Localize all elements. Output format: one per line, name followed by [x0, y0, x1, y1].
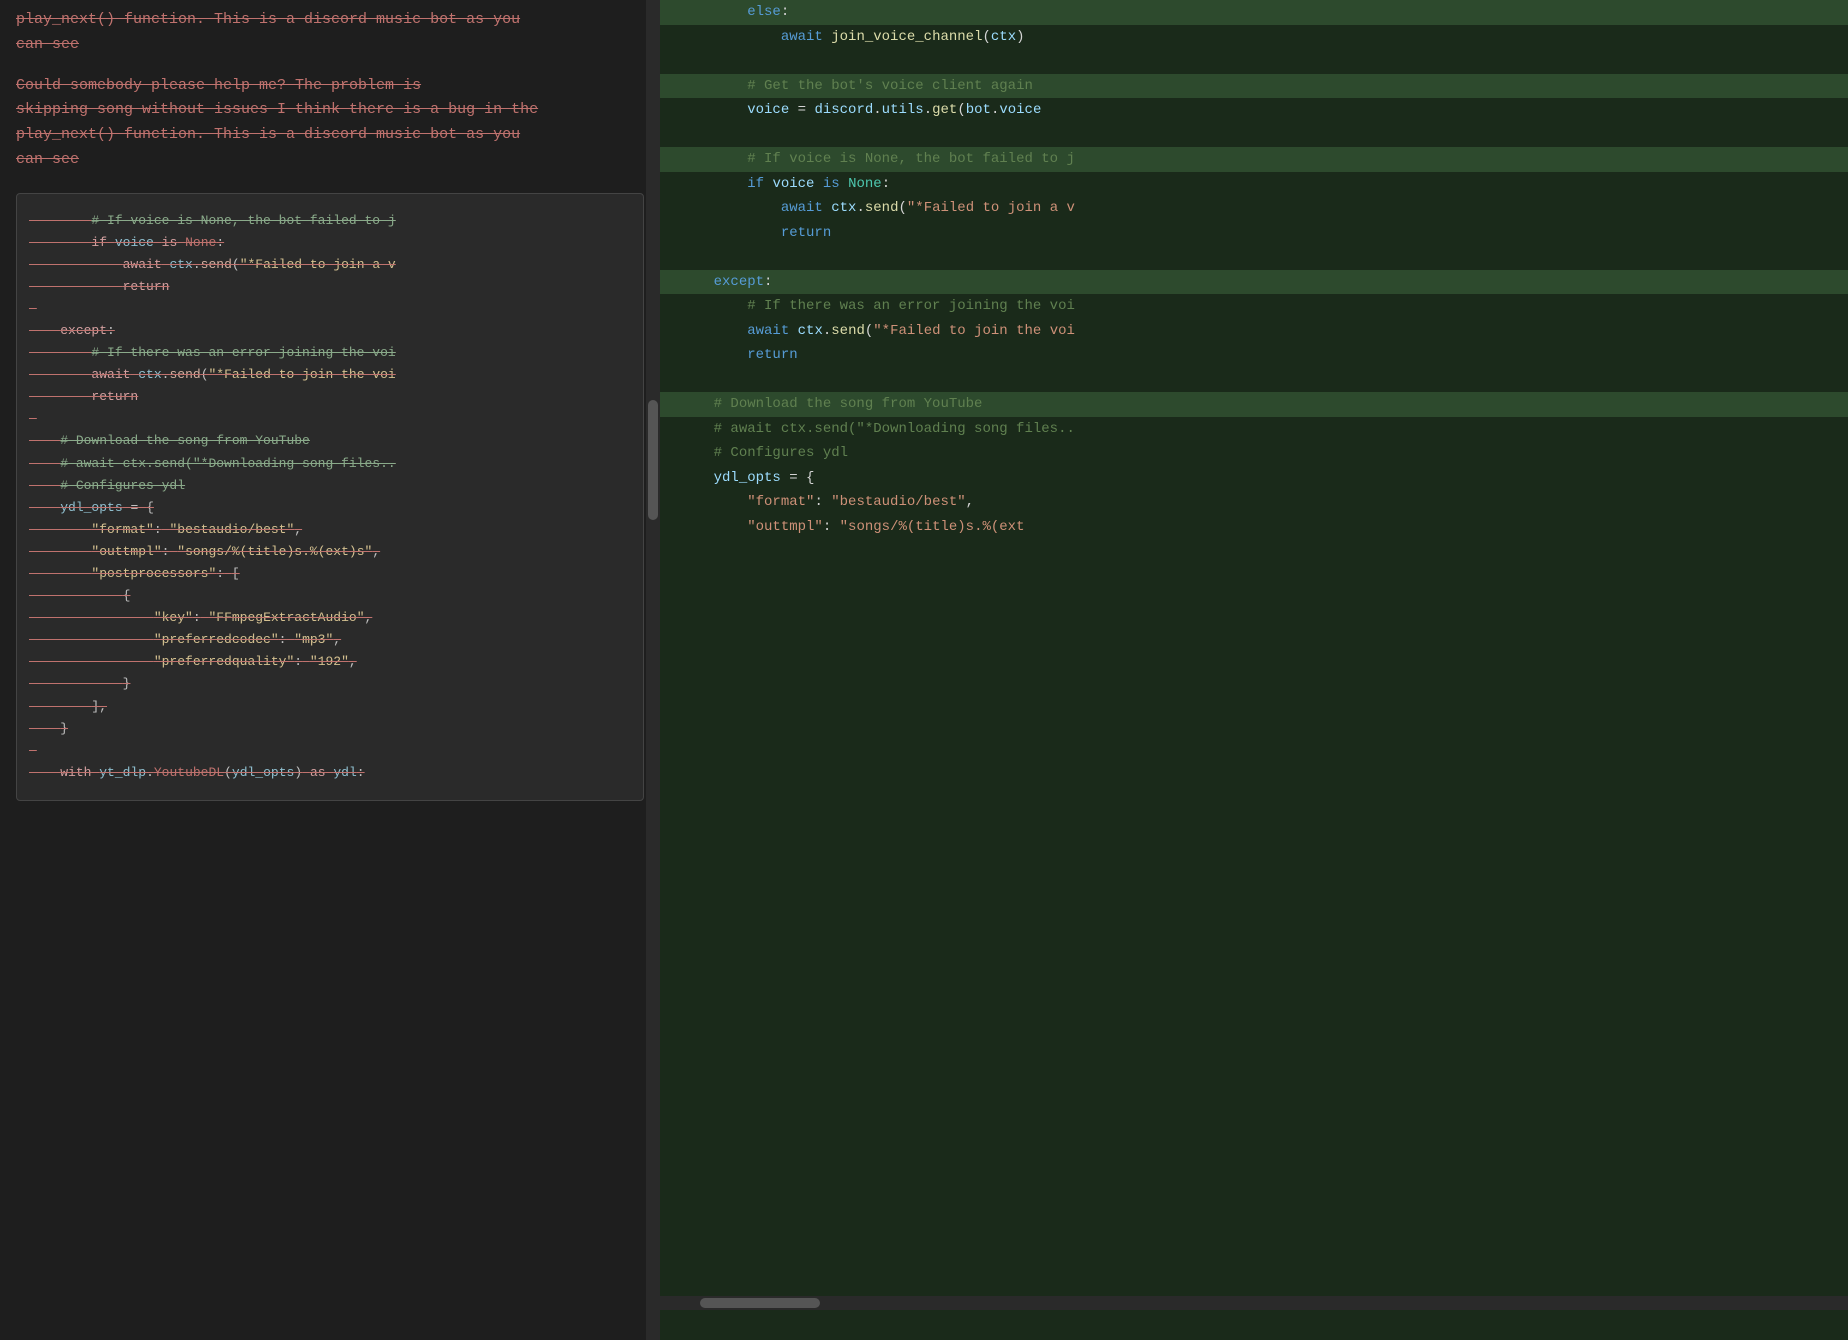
- left-code-line-14: ydl_opts = {: [29, 497, 631, 519]
- left-code-line-5: [29, 298, 631, 320]
- left-code-line-6: except:: [29, 320, 631, 342]
- right-scrollbar-thumb[interactable]: [700, 1298, 820, 1308]
- left-scrollbar[interactable]: [646, 0, 660, 1340]
- left-code-line-12: # await ctx.send("*Downloading song file…: [29, 453, 631, 475]
- left-panel: play_next() function. This is a discord …: [0, 0, 660, 1340]
- right-code-line-16: [660, 368, 1848, 393]
- right-code-line-22: "outtmpl": "songs/%(title)s.%(ext: [660, 515, 1848, 540]
- left-code-line-21: "preferredquality": "192",: [29, 651, 631, 673]
- paragraph-text-block: Could somebody please help me? The probl…: [0, 66, 660, 181]
- left-code-line-25: [29, 740, 631, 762]
- left-code-line-15: "format": "bestaudio/best",: [29, 519, 631, 541]
- right-code-line-20: ydl_opts = {: [660, 466, 1848, 491]
- intro-strike-line1: play_next() function. This is a discord …: [16, 8, 644, 33]
- right-code-line-7: # If voice is None, the bot failed to j: [660, 147, 1848, 172]
- left-code-line-9: return: [29, 386, 631, 408]
- right-code-line-6: [660, 123, 1848, 148]
- left-code-line-2: if voice is None:: [29, 232, 631, 254]
- right-code-line-19: # Configures ydl: [660, 441, 1848, 466]
- right-code-line-10: return: [660, 221, 1848, 246]
- right-code-line-21: "format": "bestaudio/best",: [660, 490, 1848, 515]
- left-code-line-1: # If voice is None, the bot failed to j: [29, 210, 631, 232]
- right-code-line-4: # Get the bot's voice client again: [660, 74, 1848, 99]
- right-code-line-13: # If there was an error joining the voi: [660, 294, 1848, 319]
- right-code-line-2: await join_voice_channel(ctx): [660, 25, 1848, 50]
- left-code-line-13: # Configures ydl: [29, 475, 631, 497]
- intro-strike-line2: can see: [16, 33, 644, 58]
- right-scrollbar-horizontal[interactable]: [660, 1296, 1848, 1310]
- right-code-line-17: # Download the song from YouTube: [660, 392, 1848, 417]
- left-code-line-4: return: [29, 276, 631, 298]
- code-block-left[interactable]: # If voice is None, the bot failed to j …: [16, 193, 644, 801]
- right-code-line-8: if voice is None:: [660, 172, 1848, 197]
- right-code-line-12: except:: [660, 270, 1848, 295]
- left-code-line-20: "preferredcodec": "mp3",: [29, 629, 631, 651]
- right-code-line-1: else:: [660, 0, 1848, 25]
- left-code-line-26: with yt_dlp.YoutubeDL(ydl_opts) as ydl:: [29, 762, 631, 784]
- right-code-line-14: await ctx.send("*Failed to join the voi: [660, 319, 1848, 344]
- para-strike: Could somebody please help me? The probl…: [16, 74, 644, 173]
- left-code-line-7: # If there was an error joining the voi: [29, 342, 631, 364]
- right-code-line-11: [660, 245, 1848, 270]
- left-code-line-17: "postprocessors": [: [29, 563, 631, 585]
- left-scrollbar-thumb[interactable]: [648, 400, 658, 520]
- right-code-line-5: voice = discord.utils.get(bot.voice: [660, 98, 1848, 123]
- left-code-line-19: "key": "FFmpegExtractAudio",: [29, 607, 631, 629]
- left-code-line-22: }: [29, 673, 631, 695]
- left-code-line-10: [29, 408, 631, 430]
- left-code-line-16: "outtmpl": "songs/%(title)s.%(ext)s",: [29, 541, 631, 563]
- right-code-area[interactable]: else: await join_voice_channel(ctx) # Ge…: [660, 0, 1848, 539]
- left-code-line-23: ],: [29, 696, 631, 718]
- right-code-line-9: await ctx.send("*Failed to join a v: [660, 196, 1848, 221]
- left-code-line-24: }: [29, 718, 631, 740]
- right-code-line-3: [660, 49, 1848, 74]
- left-code-line-8: await ctx.send("*Failed to join the voi: [29, 364, 631, 386]
- left-code-line-18: {: [29, 585, 631, 607]
- right-panel: else: await join_voice_channel(ctx) # Ge…: [660, 0, 1848, 1340]
- right-code-line-15: return: [660, 343, 1848, 368]
- left-code-line-3: await ctx.send("*Failed to join a v: [29, 254, 631, 276]
- left-code-line-11: # Download the song from YouTube: [29, 430, 631, 452]
- right-code-line-18: # await ctx.send("*Downloading song file…: [660, 417, 1848, 442]
- intro-text-block-1: play_next() function. This is a discord …: [0, 0, 660, 66]
